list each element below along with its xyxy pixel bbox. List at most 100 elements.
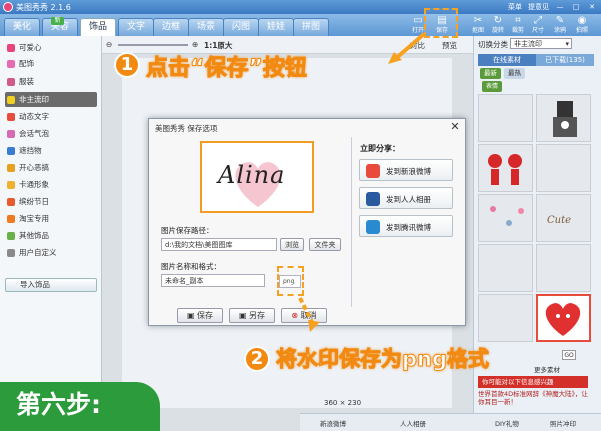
category-item[interactable]: 遮挡物 [5, 143, 97, 158]
resize-icon: ⤢ [534, 15, 542, 26]
material-thumb[interactable] [478, 194, 533, 242]
close-icon[interactable]: ✕ [587, 3, 597, 12]
more-materials-link[interactable]: 更多素材 [534, 364, 560, 374]
ad-banner: 你可能对以下信息感兴趣 [478, 376, 588, 388]
save-button[interactable]: ▣ 保存 [177, 308, 223, 323]
material-thumb[interactable] [478, 294, 533, 342]
crop-button[interactable]: ⌗ 裁剪 [510, 15, 526, 35]
tab-online-materials[interactable]: 在线素材 [478, 54, 536, 66]
material-thumb[interactable] [478, 144, 533, 192]
resize-button[interactable]: ⤢ 尺寸 [530, 15, 546, 35]
status-weibo-link[interactable]: 新浪微博 [320, 418, 346, 428]
save-as-button[interactable]: ▣ 另存 [229, 308, 275, 323]
robot-sticker-icon [553, 101, 577, 137]
ad-link[interactable]: 世界首款4D标准网辞《神魔大陆》，让你耳目一新！ [478, 390, 590, 406]
dialog-close-icon[interactable]: ✕ [450, 121, 460, 132]
go-button[interactable]: GO [562, 350, 576, 360]
renren-icon [366, 192, 380, 206]
cutout-button[interactable]: ✂ 抠图 [470, 15, 486, 35]
app-title: 美图秀秀 2.1.6 [16, 3, 71, 12]
save-options-dialog: 美图秀秀 保存选项 ✕ Alina 图片保存路径： d:\我的文档\美图图库 浏… [148, 118, 466, 326]
material-thumb[interactable] [478, 94, 533, 142]
save-path-input[interactable]: d:\我的文档\美图图库 [161, 238, 277, 251]
feedback-link[interactable]: 提意见 [528, 2, 549, 12]
sina-weibo-icon [366, 164, 380, 178]
tab-beautify[interactable]: 美化 [4, 18, 41, 36]
category-item[interactable]: 缤纷节日 [5, 194, 97, 209]
heart-icon [7, 44, 15, 52]
subtab-hottest[interactable]: 最热 [504, 68, 525, 79]
material-thumb[interactable] [536, 144, 591, 192]
category-item-active[interactable]: 非主流印 [5, 92, 97, 107]
import-accessory-button[interactable]: 导入饰品 [5, 278, 97, 292]
stamp-icon [7, 96, 15, 104]
subtab-newest[interactable]: 最新 [480, 68, 501, 79]
tab-accessories[interactable]: 饰品 [80, 18, 117, 36]
material-thumb[interactable] [536, 244, 591, 292]
category-item[interactable]: 配饰 [5, 56, 97, 71]
minimize-icon[interactable]: — [555, 3, 565, 12]
clothes-icon [7, 78, 15, 86]
zoom-slider[interactable] [118, 44, 188, 46]
tab-text[interactable]: 文字 [118, 18, 155, 36]
status-diy-gift-link[interactable]: DIY礼物 [495, 418, 519, 428]
right-material-panel: 切换分类 非主流印 ▾ 在线素材 已下载(135) 最新 最热 表情 Cute G… [473, 36, 601, 431]
file-name-label: 图片名称和格式： [161, 262, 221, 271]
subtab-emoji[interactable]: 表情 [482, 81, 503, 92]
disk-icon: ▣ [186, 311, 198, 320]
tab-flash[interactable]: 闪图 [223, 18, 260, 36]
status-renren-link[interactable]: 人人相册 [400, 418, 426, 428]
callout-png-text: 将水印保存为png格式 [275, 347, 490, 372]
save-as-icon: ▣ [238, 311, 250, 320]
camera-button[interactable]: ◉ 拍照 [574, 15, 590, 35]
category-item[interactable]: 动态文字 [5, 109, 97, 124]
chevron-down-icon: ▾ [565, 40, 569, 48]
share-renren-button[interactable]: 发到人人相册 [359, 187, 453, 209]
tab-frame[interactable]: 边框 [153, 18, 190, 36]
category-item[interactable]: 用户自定义 [5, 245, 97, 260]
maximize-icon[interactable]: □ [571, 3, 581, 12]
category-select[interactable]: 非主流印 ▾ [510, 38, 572, 49]
camera-icon: ◉ [577, 15, 587, 26]
status-bar: 新浪微博 人人相册 DIY礼物 照片冲印 [300, 413, 601, 431]
tab-doll[interactable]: 娃娃 [258, 18, 295, 36]
material-thumb[interactable]: Cute [536, 194, 591, 242]
user-custom-icon [7, 249, 15, 257]
funny-icon [7, 164, 15, 172]
tab-collage[interactable]: 拼图 [293, 18, 330, 36]
text-sticker-icon: Cute [547, 215, 571, 226]
save-path-label: 图片保存路径： [161, 226, 214, 235]
png-highlight-box [277, 266, 304, 296]
share-title: 立即分享： [360, 144, 400, 153]
zoom-out-icon[interactable]: ⊖ [106, 40, 112, 49]
category-item[interactable]: 开心恶搞 [5, 160, 97, 175]
category-item[interactable]: 淘宝专用 [5, 211, 97, 226]
material-thumb[interactable] [478, 244, 533, 292]
tencent-weibo-icon [366, 220, 380, 234]
signature-text: Alina [218, 161, 286, 189]
category-item[interactable]: 卡通形象 [5, 177, 97, 192]
category-item[interactable]: 其他饰品 [5, 228, 97, 243]
taobao-icon [7, 215, 15, 223]
dialog-title: 美图秀秀 保存选项 [155, 124, 218, 133]
share-weibo-button[interactable]: 发到新浪微博 [359, 159, 453, 181]
doodle-button[interactable]: ✎ 涂鸦 [552, 15, 568, 35]
category-item[interactable]: 可爱心 [5, 40, 97, 55]
zoom-in-icon[interactable]: ⊕ [192, 40, 198, 49]
app-logo-icon [3, 2, 13, 12]
material-thumb[interactable] [536, 94, 591, 142]
watermark-preview: Alina [200, 141, 314, 213]
share-tencent-button[interactable]: 发到腾讯微博 [359, 215, 453, 237]
material-thumb-selected[interactable] [536, 294, 591, 342]
category-item[interactable]: 会话气泡 [5, 126, 97, 141]
tab-scene[interactable]: 场景 [188, 18, 225, 36]
status-photo-print-link[interactable]: 照片冲印 [550, 418, 576, 428]
browse-button[interactable]: 浏览 [280, 238, 304, 251]
tab-downloaded[interactable]: 已下载(135) [536, 54, 594, 66]
menu-link[interactable]: 菜单 [508, 2, 522, 12]
preview-button[interactable]: 预览 [442, 40, 457, 51]
file-name-input[interactable]: 未命名_副本 [161, 274, 265, 287]
rotate-button[interactable]: ↻ 旋转 [490, 15, 506, 35]
category-item[interactable]: 服装 [5, 74, 97, 89]
folder-button[interactable]: 文件夹 [309, 238, 341, 251]
